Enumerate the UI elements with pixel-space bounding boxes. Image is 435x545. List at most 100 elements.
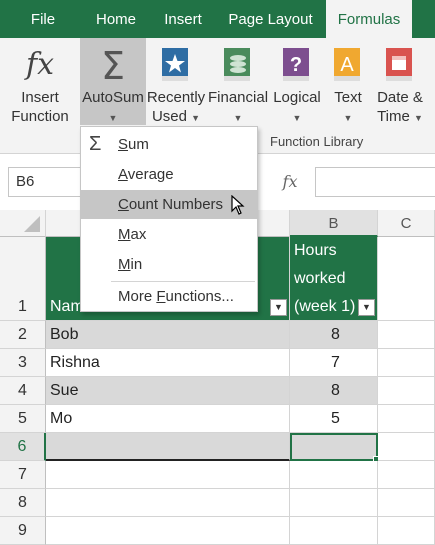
menu-item-min-rest: in: [130, 256, 143, 273]
menu-item-more-rest: unctions...: [165, 288, 234, 305]
menu-item-count-underlined: C: [118, 196, 129, 213]
column-header-c[interactable]: C: [378, 210, 435, 237]
coins-book-icon: [224, 48, 250, 81]
row-header-8[interactable]: 8: [0, 489, 46, 517]
cell-c[interactable]: [378, 349, 435, 377]
cell-empty[interactable]: [378, 461, 435, 489]
menu-item-more-pre: More: [118, 288, 157, 305]
tab-insert[interactable]: Insert: [155, 0, 211, 38]
row-header-3[interactable]: 3: [0, 349, 46, 377]
text-button[interactable]: A Text ▼: [326, 38, 370, 138]
cell-empty[interactable]: [378, 517, 435, 545]
financial-label: Financial: [208, 89, 269, 106]
cell-empty[interactable]: [290, 489, 378, 517]
menu-item-average[interactable]: Average: [81, 160, 257, 189]
cell-c[interactable]: [378, 433, 435, 461]
logical-button[interactable]: ? Logical ▼: [270, 38, 324, 138]
select-all-corner[interactable]: [0, 210, 46, 237]
chevron-down-icon: ▼: [414, 113, 423, 123]
menu-item-max[interactable]: Max: [81, 220, 257, 249]
cell-empty[interactable]: [46, 461, 290, 489]
row-header-4[interactable]: 4: [0, 377, 46, 405]
formula-input[interactable]: [315, 167, 435, 197]
chevron-down-icon: ▼: [343, 113, 353, 123]
menu-item-sum-underlined: S: [118, 136, 129, 153]
menu-item-count-numbers[interactable]: Count Numbers: [81, 190, 257, 219]
tab-page-layout[interactable]: Page Layout: [219, 0, 322, 38]
cell-empty[interactable]: [46, 489, 290, 517]
menu-item-more-underlined: F: [156, 288, 166, 305]
calendar-book-icon: [386, 48, 412, 81]
question-book-icon: ?: [283, 48, 309, 81]
filter-dropdown-icon[interactable]: ▼: [358, 299, 375, 316]
row-header-5[interactable]: 5: [0, 405, 46, 433]
name-box[interactable]: B6: [8, 167, 90, 197]
sigma-icon: Σ: [89, 133, 102, 155]
financial-button[interactable]: Financial ▼: [208, 38, 268, 138]
menu-item-max-underlined: M: [118, 226, 131, 243]
active-cell-b6[interactable]: [290, 433, 378, 461]
cell-empty[interactable]: [290, 517, 378, 545]
menu-item-max-rest: ax: [130, 226, 147, 243]
tab-home[interactable]: Home: [84, 0, 148, 38]
cell-empty[interactable]: [46, 517, 290, 545]
date-time-line1: Date &: [377, 89, 423, 106]
fx-icon: fx: [25, 47, 55, 82]
tab-file[interactable]: File: [18, 0, 68, 38]
autosum-label: AutoSum: [82, 89, 144, 106]
cell-c[interactable]: [378, 405, 435, 433]
mouse-pointer-icon: [231, 195, 245, 215]
row-header-6[interactable]: 6: [0, 433, 46, 461]
svg-text:?: ?: [290, 54, 302, 76]
header-cell-hours[interactable]: Hours worked (week 1) ▼: [290, 237, 378, 321]
cell-hours[interactable]: 5: [290, 405, 378, 433]
cell-empty[interactable]: [378, 489, 435, 517]
autosum-button[interactable]: Σ AutoSum ▼: [80, 38, 146, 125]
cell-name[interactable]: Mo: [46, 405, 290, 433]
cell-c[interactable]: [378, 321, 435, 349]
cell-name[interactable]: [46, 433, 290, 461]
text-label: Text: [334, 89, 362, 106]
cell-name[interactable]: Sue: [46, 377, 290, 405]
cell-hours[interactable]: 7: [290, 349, 378, 377]
function-library-group-label: Function Library: [270, 134, 364, 149]
select-all-triangle-icon: [24, 216, 40, 232]
menu-item-more-functions[interactable]: More Functions...: [81, 282, 257, 311]
cell-c1[interactable]: [378, 237, 435, 321]
cell-c[interactable]: [378, 377, 435, 405]
filter-dropdown-icon[interactable]: ▼: [270, 299, 287, 316]
recently-used-button[interactable]: Recently Used ▼: [146, 38, 206, 138]
chevron-down-icon: ▼: [292, 113, 302, 123]
book-star-icon: [162, 48, 188, 81]
menu-item-count-rest: ount Numbers: [128, 196, 224, 213]
autosum-dropdown-menu: Σ Sum Average Count Numbers Max Min More…: [80, 126, 258, 312]
tab-formulas[interactable]: Formulas: [326, 0, 412, 38]
row-header-7[interactable]: 7: [0, 461, 46, 489]
cell-hours[interactable]: 8: [290, 321, 378, 349]
row-header-1[interactable]: 1: [0, 237, 46, 321]
recently-used-line2: Used: [151, 108, 187, 125]
insert-function-line1: Insert: [21, 89, 59, 106]
chevron-down-icon: ▼: [191, 113, 201, 123]
menu-item-sum[interactable]: Σ Sum: [81, 130, 257, 159]
row-header-2[interactable]: 2: [0, 321, 46, 349]
menu-item-average-rest: verage: [127, 166, 174, 183]
column-header-b[interactable]: B: [290, 210, 378, 237]
fx-icon[interactable]: fx: [270, 169, 310, 195]
insert-function-button[interactable]: fx Insert Function: [8, 38, 72, 138]
cell-name[interactable]: Bob: [46, 321, 290, 349]
date-time-button[interactable]: Date & Time ▼: [372, 38, 428, 138]
chevron-down-icon: ▼: [233, 113, 243, 123]
cell-empty[interactable]: [290, 461, 378, 489]
ribbon-tab-bar: File Home Insert Page Layout Formulas: [0, 0, 435, 38]
logical-label: Logical: [273, 89, 321, 106]
header-hours-line1: Hours: [294, 242, 337, 259]
chevron-down-icon: ▼: [108, 113, 118, 123]
svg-text:A: A: [340, 54, 354, 76]
header-hours-line2: worked: [294, 270, 346, 287]
row-header-9[interactable]: 9: [0, 517, 46, 545]
cell-hours[interactable]: 8: [290, 377, 378, 405]
menu-item-average-underlined: A: [118, 166, 128, 183]
cell-name[interactable]: Rishna: [46, 349, 290, 377]
menu-item-min[interactable]: Min: [81, 250, 257, 279]
